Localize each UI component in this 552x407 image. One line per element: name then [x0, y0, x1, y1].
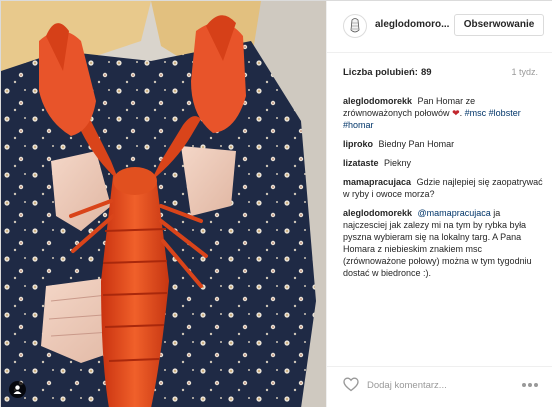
comment-item: liproko Biedny Pan Homar	[343, 138, 544, 150]
comment-text: Piekny	[384, 158, 412, 168]
person-icon[interactable]	[9, 381, 26, 398]
post-footer	[327, 366, 552, 407]
comment-text: Biedny Pan Homar	[378, 139, 455, 149]
comment-item: lizataste Piekny	[343, 157, 544, 169]
hashtag-lobster[interactable]: #lobster	[489, 108, 521, 118]
comment-username[interactable]: aleglodomorekk	[343, 208, 412, 218]
hashtag-homar[interactable]: #homar	[343, 120, 374, 130]
post-photo[interactable]	[1, 1, 326, 407]
comment-username[interactable]: lizataste	[343, 158, 379, 168]
comment-username[interactable]: mamapracujaca	[343, 177, 411, 187]
comments-list: aleglodomorekk Pan Homar ze zrównoważony…	[343, 95, 544, 286]
header-username[interactable]: aleglodomoro...	[375, 19, 449, 30]
person-glyph	[13, 385, 22, 394]
post-header: aleglodomoro... Obserwowanie	[327, 1, 552, 53]
follow-button[interactable]: Obserwowanie	[454, 14, 544, 36]
heart-emoji-icon: ❤	[452, 108, 460, 118]
comment-text: ja najczesciej jak zalezy mi na tym by r…	[343, 208, 532, 278]
fish-logo	[350, 18, 360, 33]
post-stats: Liczba polubień: 89 1 tydz.	[343, 67, 538, 81]
comment-mention[interactable]: @mamapracujaca	[418, 208, 491, 218]
comment-username[interactable]: liproko	[343, 139, 373, 149]
ellipsis-icon[interactable]	[521, 382, 539, 388]
add-comment-input[interactable]	[367, 377, 507, 393]
likes-label: Liczba polubień:	[343, 67, 418, 78]
lobster-photo-illustration	[1, 1, 326, 407]
caption-username[interactable]: aleglodomorekk	[343, 96, 412, 106]
avatar[interactable]	[343, 14, 367, 38]
comment-item: aleglodomorekk @mamapracujaca ja najczes…	[343, 207, 544, 279]
heart-outline-icon[interactable]	[343, 377, 359, 392]
post-timestamp[interactable]: 1 tydz.	[511, 67, 538, 77]
likes-count: 89	[420, 67, 432, 78]
caption: aleglodomorekk Pan Homar ze zrównoważony…	[343, 96, 521, 130]
comment-item: mamapracujaca Gdzie najlepiej się zaopat…	[343, 176, 544, 200]
likes-summary[interactable]: Liczba polubień: 89	[343, 67, 432, 78]
hashtag-msc[interactable]: #msc	[465, 108, 487, 118]
instagram-post-frame: aleglodomoro... Obserwowanie Liczba polu…	[0, 0, 552, 407]
post-details-panel: aleglodomoro... Obserwowanie Liczba polu…	[326, 1, 552, 407]
